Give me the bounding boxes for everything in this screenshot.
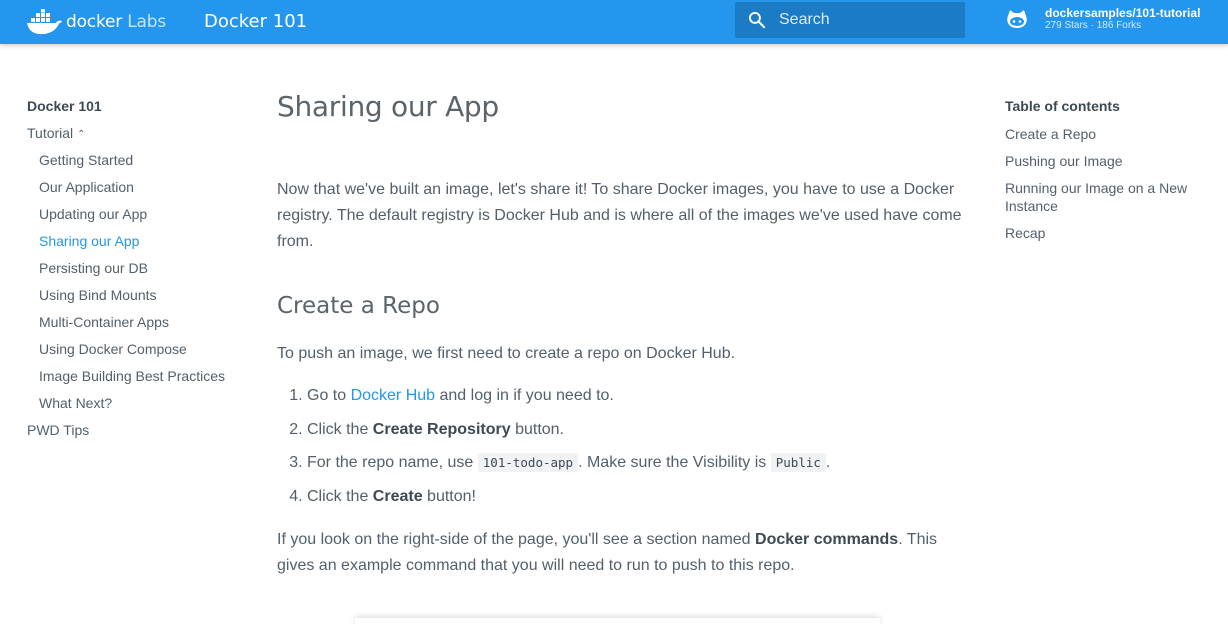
- main-content: Sharing our App Now that we've built an …: [277, 90, 977, 574]
- search-input[interactable]: [779, 11, 959, 29]
- nav-item-updating-our-app[interactable]: Updating our App: [27, 206, 247, 233]
- step-3: For the repo name, use 101-todo-app. Mak…: [307, 453, 947, 487]
- visibility-code: Public: [770, 453, 826, 473]
- repo-name: dockersamples/101-tutorial: [1045, 6, 1201, 20]
- github-icon: [1007, 10, 1027, 28]
- step-2: Click the Create Repository button.: [307, 420, 947, 454]
- nav-section-tutorial[interactable]: Tutorial ⌃: [27, 125, 247, 152]
- sidebar-nav: Docker 101 Tutorial ⌃ Getting Started Our…: [27, 98, 247, 449]
- toc-item-recap[interactable]: Recap: [1005, 224, 1205, 242]
- search-icon: [748, 11, 766, 29]
- step-4: Click the Create button!: [307, 487, 947, 521]
- nav-item-multi-container-apps[interactable]: Multi-Container Apps: [27, 314, 247, 341]
- section-heading-create-a-repo: Create a Repo: [277, 293, 440, 319]
- nav-item-our-application[interactable]: Our Application: [27, 179, 247, 206]
- logo-text: docker Labs: [66, 12, 166, 32]
- screenshot-preview-edge: [355, 618, 880, 624]
- nav-item-sharing-our-app[interactable]: Sharing our App: [27, 233, 247, 260]
- docker-commands-emphasis: Docker commands: [755, 531, 899, 548]
- chevron-up-icon: ⌃: [77, 129, 86, 140]
- nav-section-label: Tutorial: [27, 125, 74, 141]
- nav-item-what-next[interactable]: What Next?: [27, 395, 247, 422]
- step-1: Go to Docker Hub and log in if you need …: [307, 386, 947, 420]
- docker-labs-logo[interactable]: docker Labs: [26, 8, 166, 36]
- toc-item-pushing-our-image[interactable]: Pushing our Image: [1005, 152, 1205, 170]
- toc-item-create-a-repo[interactable]: Create a Repo: [1005, 125, 1205, 143]
- docker-commands-paragraph: If you look on the right-side of the pag…: [277, 531, 938, 574]
- docker-whale-icon: [27, 9, 62, 35]
- create-repository-emphasis: Create Repository: [372, 420, 511, 438]
- nav-item-pwd-tips[interactable]: PWD Tips: [27, 422, 247, 449]
- nav-item-image-building-best-practices[interactable]: Image Building Best Practices: [27, 368, 247, 395]
- repo-info: dockersamples/101-tutorial 279 Stars · 1…: [1045, 6, 1200, 32]
- repo-link[interactable]: dockersamples/101-tutorial 279 Stars · 1…: [1005, 6, 1200, 32]
- toc-item-running-our-image[interactable]: Running our Image on a New Instance: [1005, 179, 1205, 215]
- site-title[interactable]: Docker 101: [204, 11, 307, 32]
- toc-title: Table of contents: [1005, 98, 1120, 114]
- intro-paragraph: Now that we've built an image, let's sha…: [277, 181, 962, 250]
- top-header: docker Labs Docker 101 dockersamples/101…: [0, 0, 1228, 44]
- page-title: Sharing our App: [277, 90, 499, 123]
- nav-item-using-docker-compose[interactable]: Using Docker Compose: [27, 341, 247, 368]
- table-of-contents: Table of contents Create a Repo Pushing …: [1005, 98, 1205, 251]
- repo-intro-paragraph: To push an image, we first need to creat…: [277, 345, 736, 362]
- create-emphasis: Create: [372, 488, 423, 506]
- repo-name-code: 101-todo-app: [477, 453, 579, 473]
- nav-item-persisting-our-db[interactable]: Persisting our DB: [27, 260, 247, 287]
- docker-hub-link[interactable]: Docker Hub: [351, 387, 435, 404]
- nav-item-getting-started[interactable]: Getting Started: [27, 152, 247, 179]
- search-box[interactable]: [735, 2, 965, 38]
- nav-title[interactable]: Docker 101: [27, 98, 247, 125]
- nav-item-using-bind-mounts[interactable]: Using Bind Mounts: [27, 287, 247, 314]
- repo-facts: 279 Stars · 186 Forks: [1045, 20, 1142, 31]
- steps-list: Go to Docker Hub and log in if you need …: [307, 386, 947, 521]
